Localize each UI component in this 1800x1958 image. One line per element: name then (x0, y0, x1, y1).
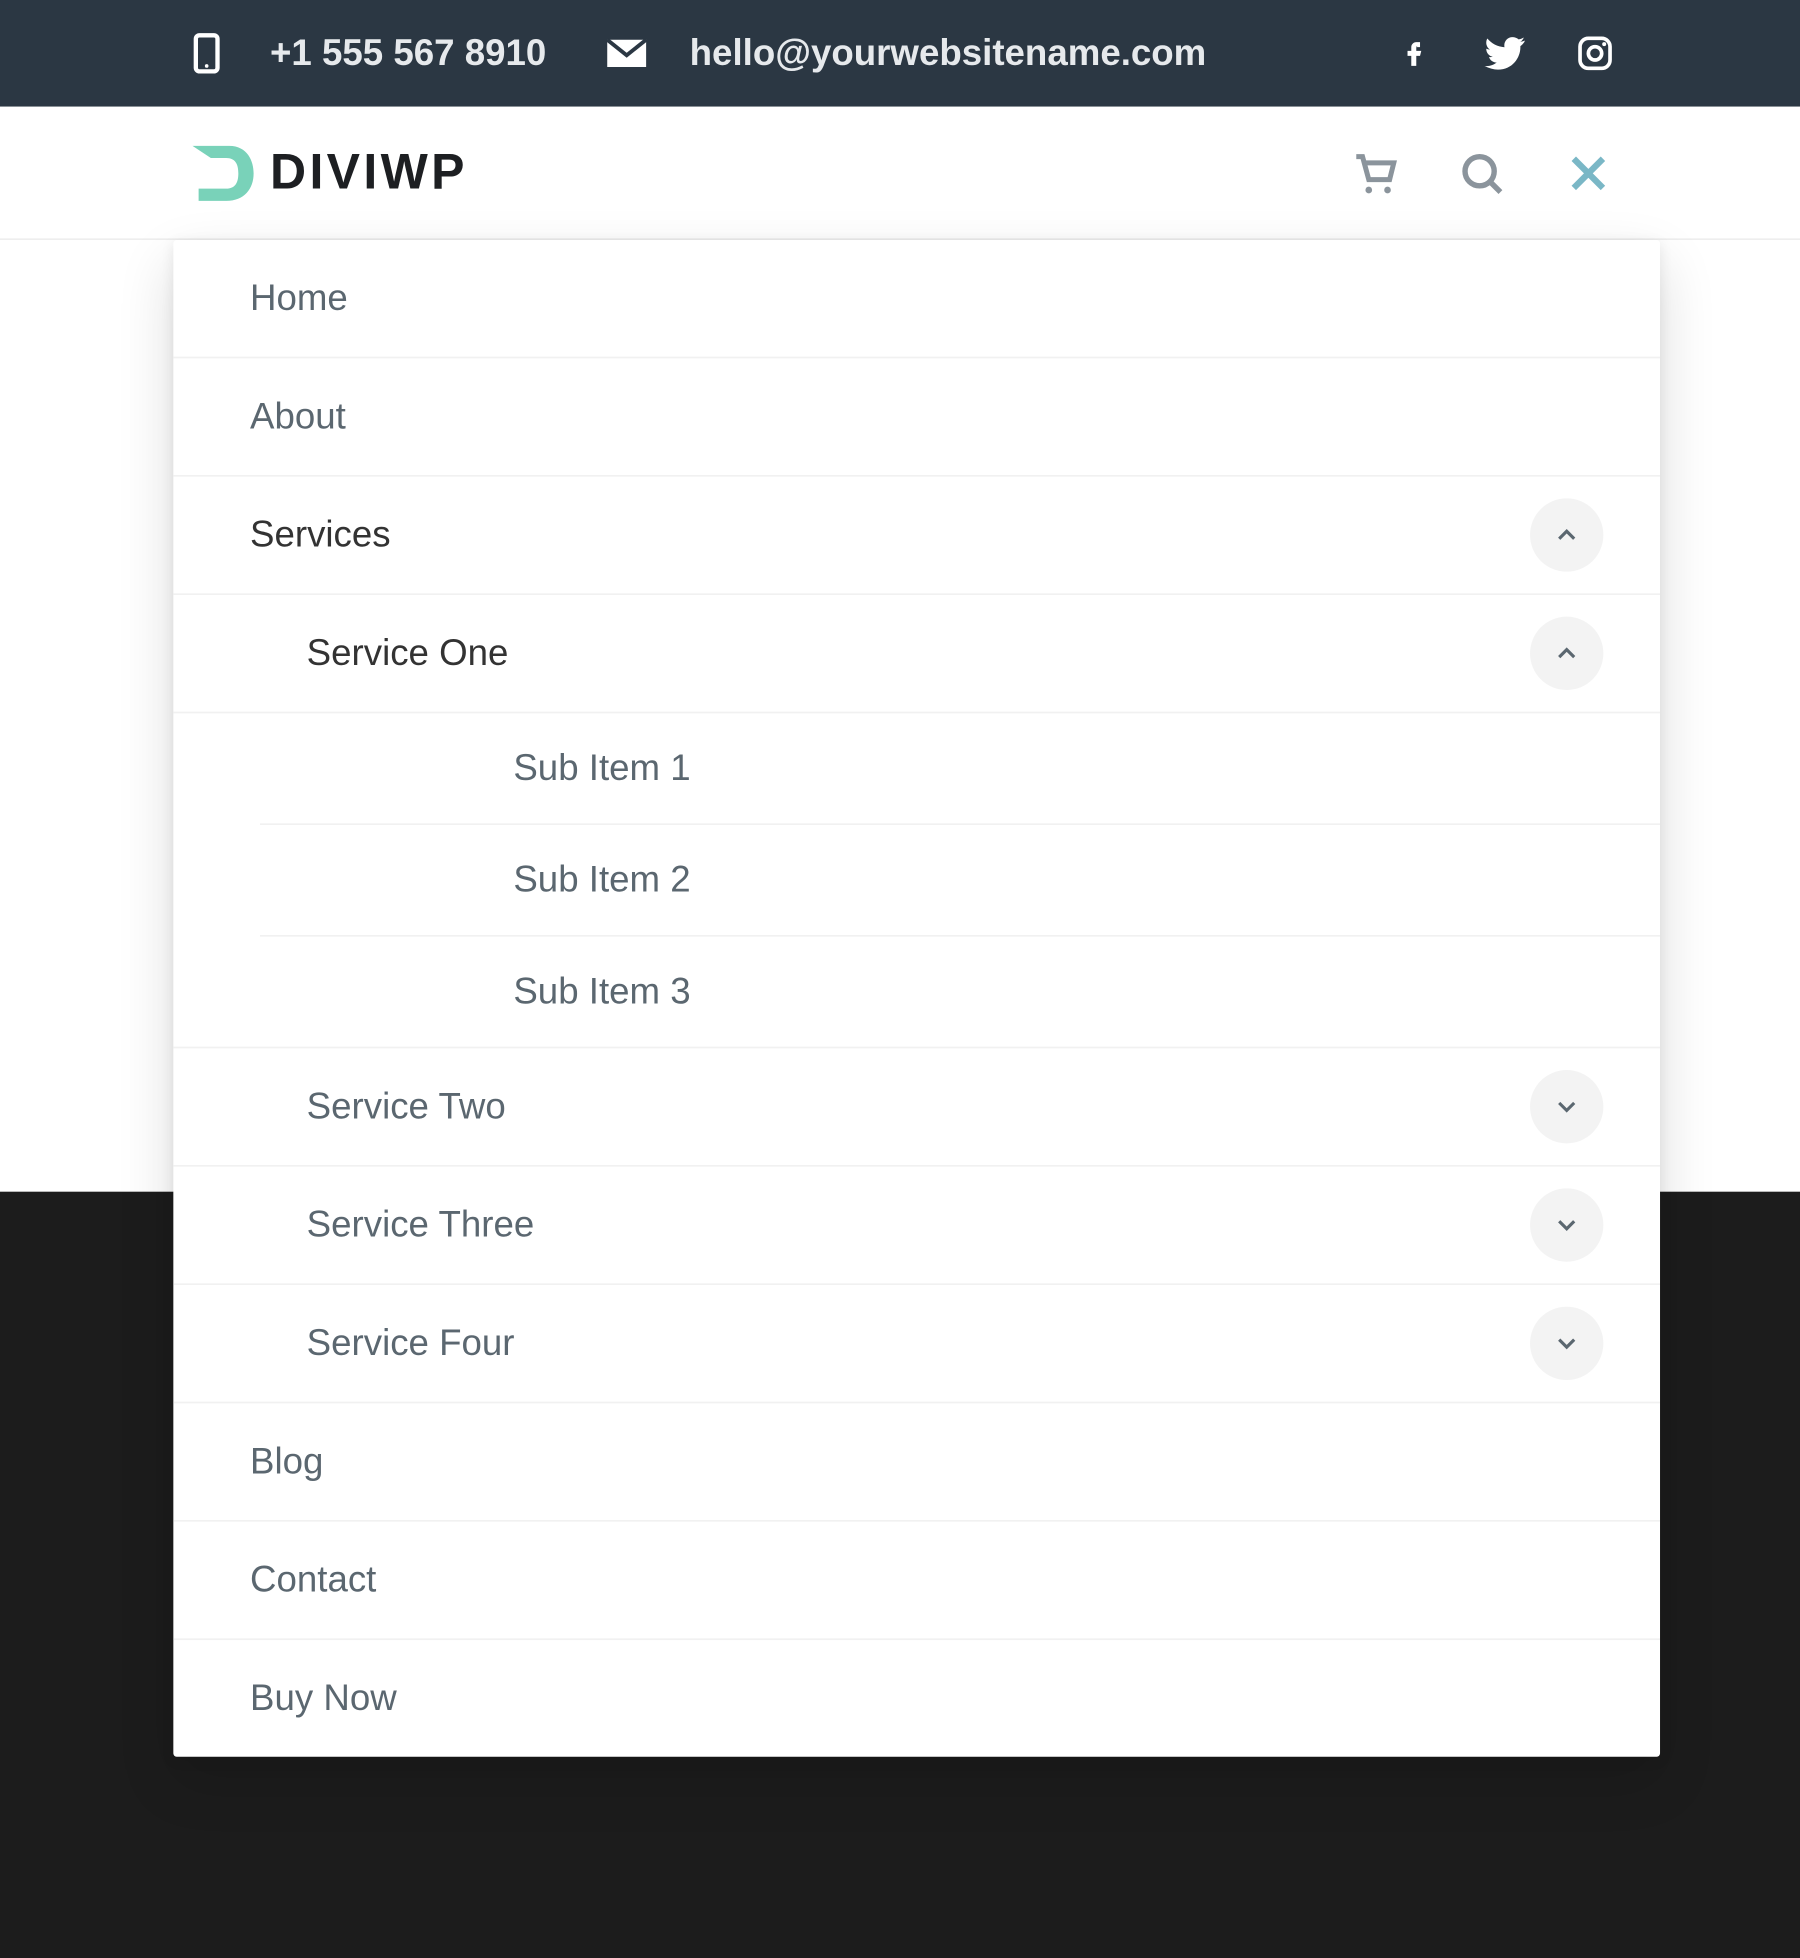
menu-item-sub-1[interactable]: Sub Item 1 (260, 713, 1660, 823)
mobile-menu-panel: Home About Services Service One Sub Item… (173, 240, 1660, 1757)
menu-item-service-one[interactable]: Service One (173, 595, 1660, 713)
phone-icon (183, 30, 230, 77)
phone-text[interactable]: +1 555 567 8910 (270, 32, 546, 75)
logo[interactable]: DIVIWP (183, 136, 467, 209)
logo-d-icon (183, 136, 256, 209)
twitter-icon[interactable] (1483, 32, 1526, 75)
cart-icon[interactable] (1347, 144, 1404, 201)
menu-item-label: Sub Item 1 (513, 747, 690, 790)
menu-item-label: Service Three (307, 1203, 535, 1246)
close-icon[interactable] (1560, 144, 1617, 201)
header-right (1347, 144, 1617, 201)
menu-item-label: Services (250, 513, 391, 556)
menu-item-label: Blog (250, 1440, 323, 1483)
social-icons (1393, 32, 1616, 75)
menu-item-service-two[interactable]: Service Two (173, 1048, 1660, 1166)
menu-item-sub-3[interactable]: Sub Item 3 (260, 935, 1660, 1047)
facebook-icon[interactable] (1393, 32, 1436, 75)
menu-item-buy-now[interactable]: Buy Now (173, 1640, 1660, 1757)
menu-item-label: Sub Item 3 (513, 970, 690, 1013)
menu-item-label: About (250, 395, 346, 438)
top-bar: +1 555 567 8910 hello@yourwebsitename.co… (0, 0, 1800, 107)
mail-icon (603, 30, 650, 77)
chevron-down-icon[interactable] (1530, 1188, 1603, 1261)
menu-item-service-three[interactable]: Service Three (173, 1167, 1660, 1285)
chevron-up-icon[interactable] (1530, 617, 1603, 690)
logo-text: DIVIWP (270, 144, 468, 201)
menu-item-blog[interactable]: Blog (173, 1403, 1660, 1521)
menu-item-sub-2[interactable]: Sub Item 2 (260, 823, 1660, 935)
menu-item-label: Service Two (307, 1085, 506, 1128)
main-header: DIVIWP (0, 107, 1800, 240)
logo-text-divi: DIVI (270, 144, 381, 199)
service-one-sublist: Sub Item 1 Sub Item 2 Sub Item 3 (173, 713, 1660, 1046)
logo-text-wp: WP (381, 144, 468, 199)
menu-item-label: Home (250, 277, 348, 320)
email-text[interactable]: hello@yourwebsitename.com (690, 32, 1207, 75)
menu-item-label: Service Four (307, 1322, 515, 1365)
chevron-down-icon[interactable] (1530, 1070, 1603, 1143)
menu-item-home[interactable]: Home (173, 240, 1660, 358)
menu-item-label: Service One (307, 632, 509, 675)
menu-item-services[interactable]: Services (173, 477, 1660, 595)
menu-item-contact[interactable]: Contact (173, 1522, 1660, 1640)
menu-item-label: Buy Now (250, 1677, 397, 1720)
menu-item-label: Sub Item 2 (513, 858, 690, 901)
chevron-up-icon[interactable] (1530, 498, 1603, 571)
contact-block: +1 555 567 8910 hello@yourwebsitename.co… (183, 30, 1206, 77)
search-icon[interactable] (1453, 144, 1510, 201)
chevron-down-icon[interactable] (1530, 1307, 1603, 1380)
menu-item-about[interactable]: About (173, 358, 1660, 476)
menu-item-label: Contact (250, 1558, 376, 1601)
instagram-icon[interactable] (1573, 32, 1616, 75)
menu-item-service-four[interactable]: Service Four (173, 1285, 1660, 1403)
